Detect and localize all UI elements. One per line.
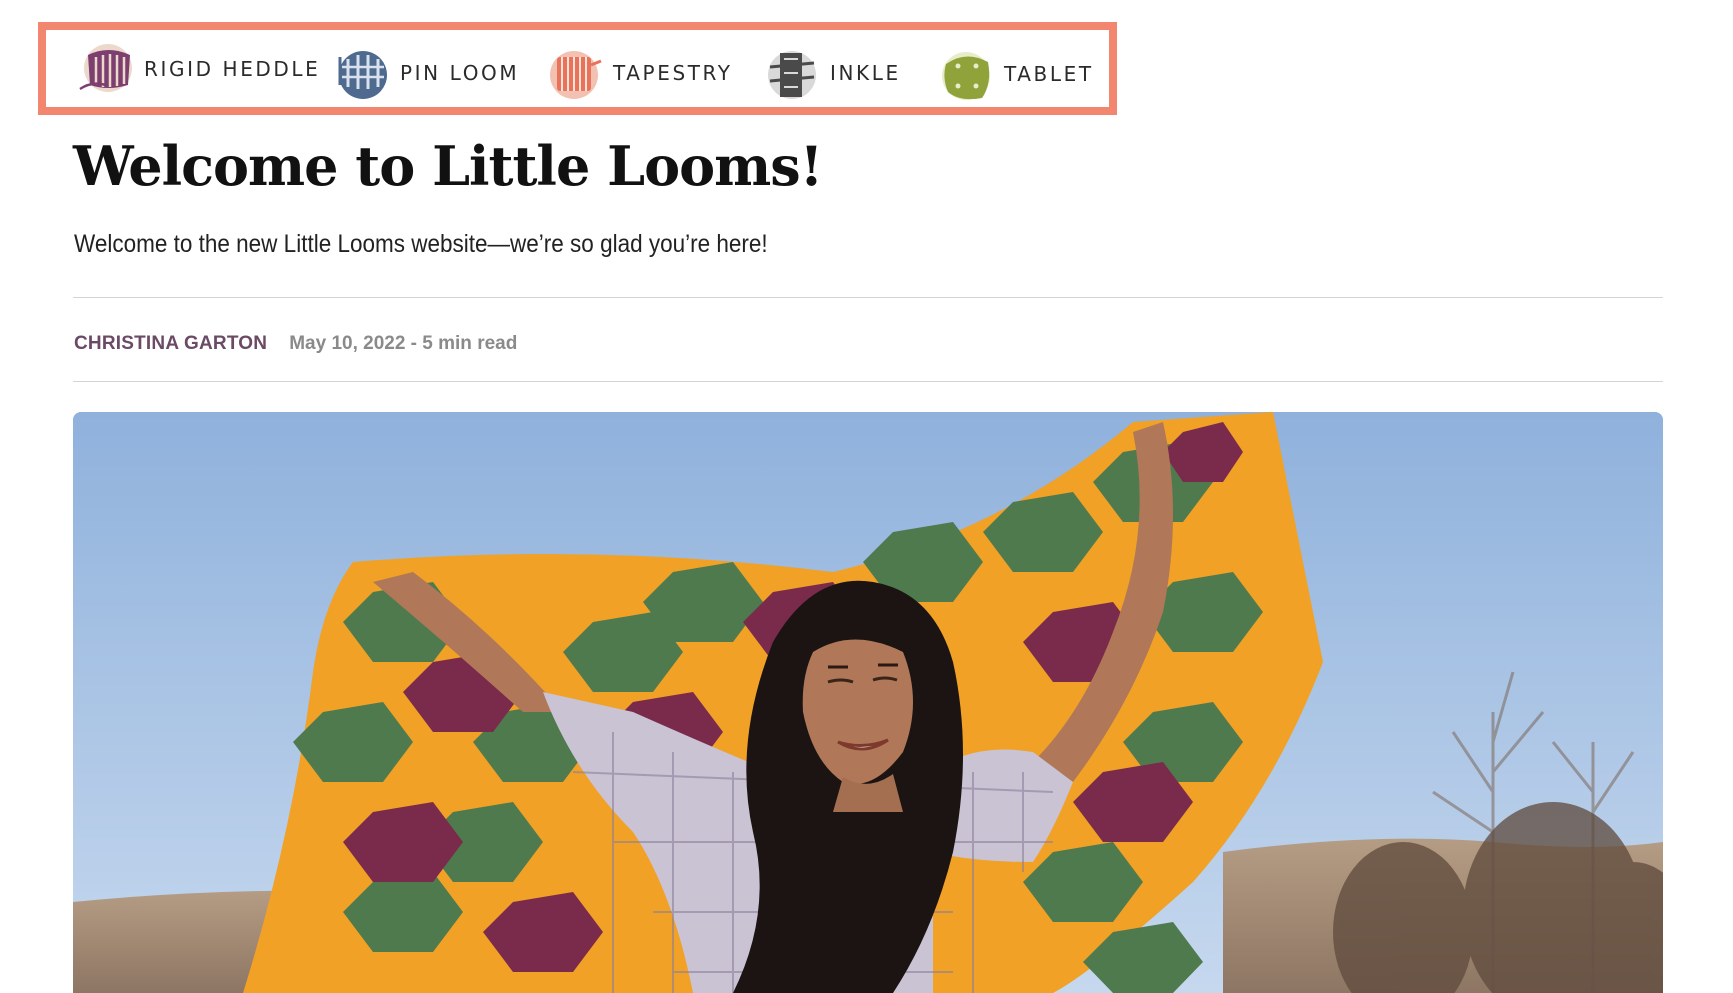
- tablet-icon: [942, 51, 990, 100]
- byline: CHRISTINA GARTON May 10, 2022 - 5 min re…: [74, 333, 517, 355]
- loom-type-nav: RIGID HEDDLE PIN LOOM TAPESTRY INKLE TAB…: [38, 22, 1117, 115]
- nav-item-label: TABLET: [1004, 61, 1094, 86]
- nav-item-pin-loom[interactable]: PIN LOOM: [334, 34, 519, 111]
- nav-item-inkle[interactable]: INKLE: [764, 34, 901, 111]
- divider: [73, 381, 1663, 382]
- tapestry-icon: [550, 50, 602, 99]
- nav-item-label: TAPESTRY: [613, 60, 733, 85]
- rigid-heddle-icon: [79, 43, 132, 92]
- publish-meta: May 10, 2022 - 5 min read: [289, 333, 518, 354]
- divider: [73, 297, 1663, 298]
- hero-photo: [73, 412, 1663, 993]
- nav-item-tablet[interactable]: TABLET: [938, 35, 1094, 112]
- nav-item-rigid-heddle[interactable]: RIGID HEDDLE: [78, 30, 320, 107]
- nav-item-label: RIGID HEDDLE: [144, 56, 321, 81]
- article-subtitle: Welcome to the new Little Looms website—…: [74, 230, 768, 258]
- inkle-icon: [768, 50, 816, 99]
- hero-image: [73, 412, 1663, 993]
- page-title: Welcome to Little Looms!: [73, 134, 823, 198]
- pin-loom-icon: [338, 50, 387, 99]
- nav-item-label: INKLE: [830, 60, 901, 85]
- author-link[interactable]: CHRISTINA GARTON: [74, 333, 267, 355]
- nav-item-tapestry[interactable]: TAPESTRY: [547, 34, 733, 111]
- nav-item-label: PIN LOOM: [400, 60, 520, 85]
